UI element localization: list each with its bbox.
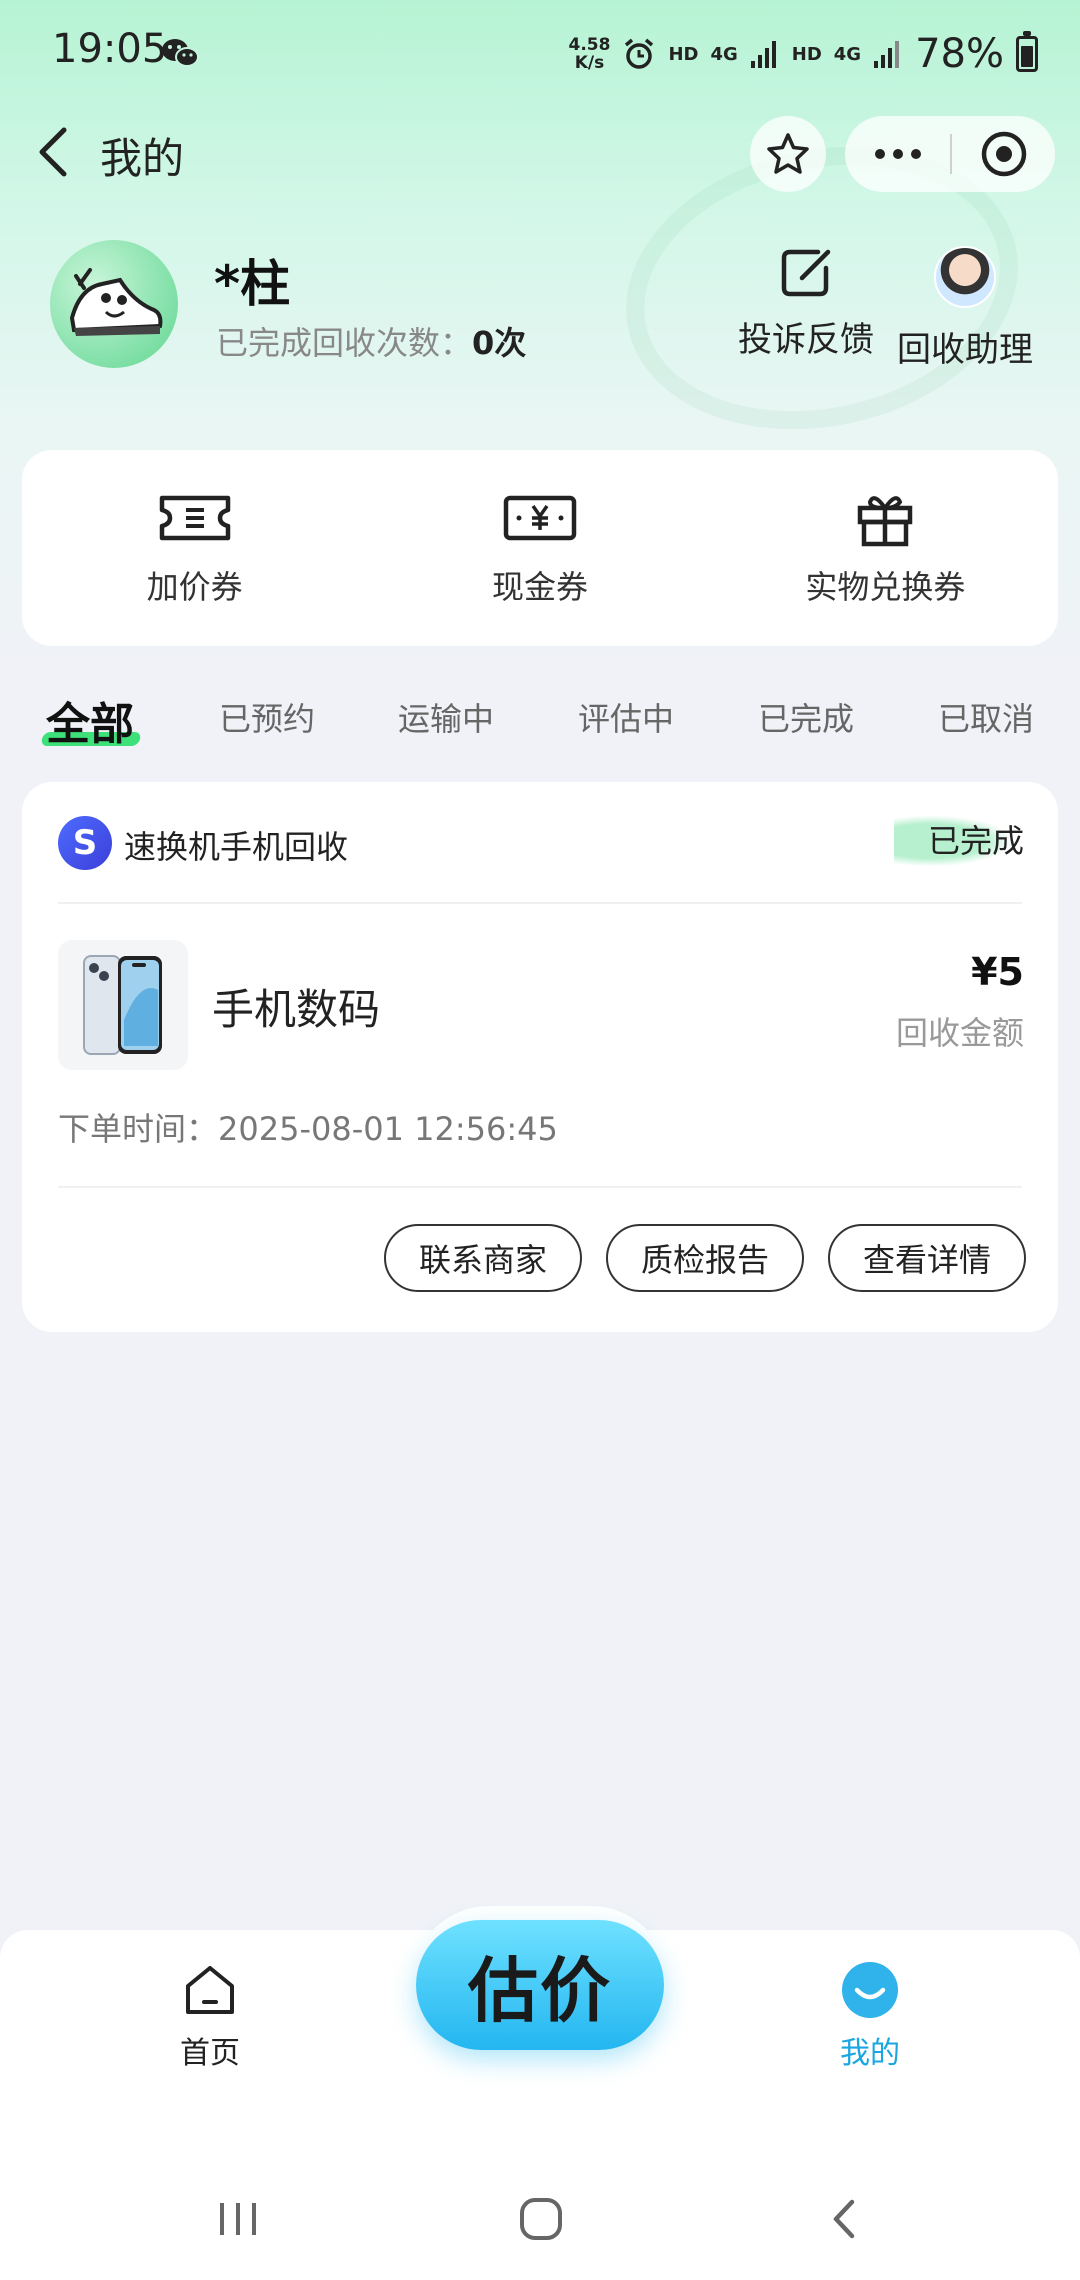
- recycle-amount-label: 回收金额: [895, 1014, 1024, 1052]
- battery-icon: [1016, 31, 1038, 72]
- home-circle-icon: [520, 2198, 562, 2240]
- coupon-label: 现金券: [491, 568, 588, 606]
- recycle-assistant-label: 回收助理: [897, 330, 1033, 370]
- order-card[interactable]: S 速换机手机回收 已完成 手机数码 ¥5 回收金额 下单时间：2025-08-…: [22, 782, 1058, 1332]
- coupon-card: 加价券 现金券 实物兑换券: [22, 450, 1058, 646]
- system-nav-bar: [0, 2156, 1080, 2280]
- close-miniprogram-button[interactable]: [952, 116, 1055, 192]
- signal-icon-1: [750, 41, 776, 68]
- hd-label-1: HD: [668, 43, 699, 65]
- target-icon: [981, 131, 1026, 177]
- coupon-label: 实物兑换券: [805, 568, 966, 606]
- sneaker-icon: [69, 268, 163, 336]
- inspection-report-button[interactable]: 质检报告: [606, 1224, 804, 1292]
- home-icon: [186, 1966, 234, 2014]
- recycle-assistant-link[interactable]: 回收助理: [895, 240, 1035, 371]
- recent-apps-button[interactable]: [208, 2192, 268, 2246]
- coupon-markup[interactable]: 加价券: [22, 450, 367, 646]
- status-indicators: 4.58 K/s HD 4G HD 4G 78%: [568, 26, 1038, 82]
- edit-icon: [781, 249, 831, 297]
- smile-icon: [842, 1962, 898, 2018]
- alarm-icon: [625, 38, 654, 69]
- coupon-label: 加价券: [146, 568, 243, 606]
- network-speed: 4.58 K/s: [568, 36, 610, 72]
- speed-value: 4.58: [568, 35, 611, 55]
- complaint-feedback-label: 投诉反馈: [738, 320, 874, 360]
- speed-unit: K/s: [574, 53, 605, 73]
- page-title: 我的: [100, 134, 185, 183]
- order-time-label: 下单时间：: [58, 1110, 219, 1148]
- status-badge: 已完成: [893, 812, 1024, 870]
- miniprogram-capsule: [845, 116, 1055, 192]
- star-icon: [767, 133, 809, 174]
- more-icon: [874, 149, 885, 159]
- battery-percent: 78%: [915, 31, 1004, 77]
- recycle-amount: ¥5: [971, 950, 1024, 994]
- contact-merchant-button[interactable]: 联系商家: [384, 1224, 582, 1292]
- tab-all[interactable]: 全部: [46, 688, 134, 752]
- estimate-button[interactable]: 估价: [416, 1920, 664, 2050]
- tab-evaluating[interactable]: 评估中: [578, 694, 674, 740]
- home-system-button[interactable]: [511, 2192, 571, 2246]
- merchant-name: 速换机手机回收: [124, 828, 349, 866]
- complaint-feedback-link[interactable]: 投诉反馈: [736, 240, 876, 361]
- order-time-value: 2025-08-01 12:56:45: [218, 1110, 558, 1148]
- tab-cancelled[interactable]: 已取消: [938, 694, 1034, 740]
- recycle-count-label: 已完成回收次数：: [216, 324, 473, 362]
- signal-icon-2: [874, 41, 900, 68]
- coupon-cash[interactable]: 现金券: [367, 450, 712, 646]
- username: *柱: [214, 255, 291, 313]
- recent-apps-icon: [220, 2203, 256, 2235]
- back-icon[interactable]: [28, 120, 76, 184]
- cash-coupon-icon: [503, 495, 577, 541]
- nav-home-label: 首页: [180, 2036, 240, 2071]
- ticket-icon: [159, 495, 230, 541]
- order-time: 下单时间：2025-08-01 12:56:45: [58, 1104, 558, 1150]
- coupon-gift[interactable]: 实物兑换券: [713, 450, 1058, 646]
- product-image: [58, 940, 188, 1070]
- recycle-count-value: 0次: [472, 324, 527, 362]
- nav-home[interactable]: 首页: [130, 1960, 290, 2072]
- assistant-avatar: [934, 246, 996, 308]
- phone-icon: [83, 955, 162, 1055]
- tab-completed[interactable]: 已完成: [758, 694, 854, 740]
- product-name: 手机数码: [212, 985, 381, 1034]
- divider: [58, 902, 1022, 904]
- nav-mine[interactable]: 我的: [790, 1960, 950, 2072]
- more-button[interactable]: [845, 116, 950, 192]
- nav-mine-label: 我的: [840, 2036, 900, 2071]
- network-type-1: 4G: [710, 43, 738, 65]
- recycle-count: 已完成回收次数：0次: [216, 318, 526, 364]
- wechat-icon: [162, 39, 199, 67]
- favorite-button[interactable]: [750, 116, 826, 192]
- network-type-2: 4G: [833, 43, 862, 65]
- avatar[interactable]: [50, 240, 178, 368]
- chevron-left-icon: [833, 2199, 855, 2239]
- view-details-button[interactable]: 查看详情: [828, 1224, 1026, 1292]
- divider: [58, 1186, 1022, 1188]
- merchant-logo: S: [58, 816, 112, 870]
- status-time: 19:05: [52, 26, 168, 72]
- order-status-tabs: 全部 已预约 运输中 评估中 已完成 已取消: [0, 688, 1080, 768]
- tab-booked[interactable]: 已预约: [219, 694, 315, 740]
- tab-in-transit[interactable]: 运输中: [398, 694, 494, 740]
- gift-icon: [858, 496, 913, 547]
- back-system-button[interactable]: [814, 2192, 874, 2246]
- hd-label-2: HD: [791, 43, 822, 65]
